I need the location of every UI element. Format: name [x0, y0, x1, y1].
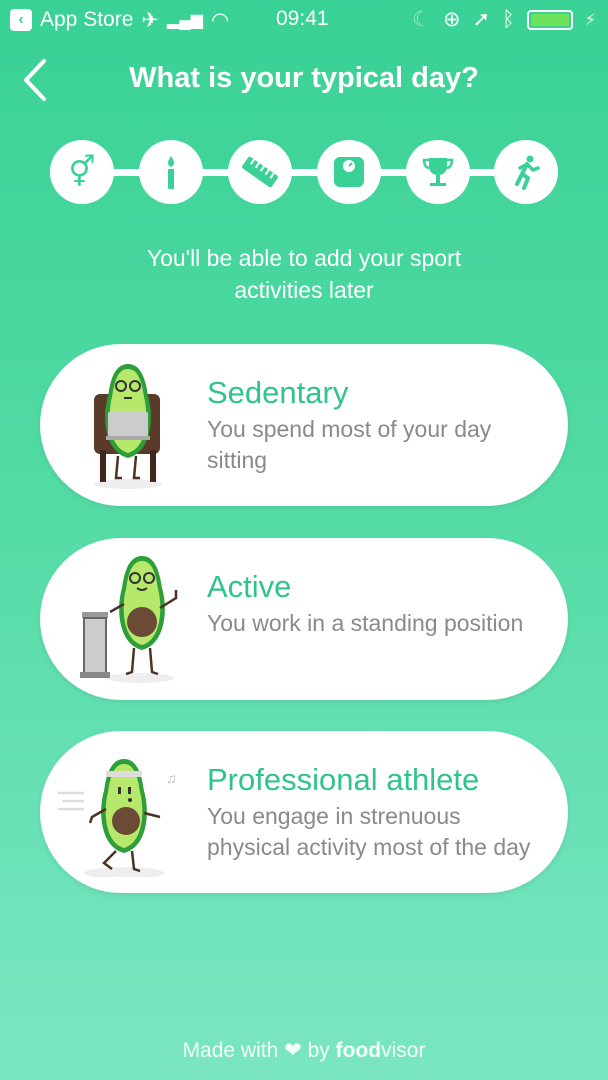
step-weight[interactable]	[317, 140, 381, 204]
step-height[interactable]	[228, 140, 292, 204]
scale-icon	[334, 157, 364, 187]
back-to-app-store[interactable]: ‹ App Store ✈ ▂▄▆ ◠	[10, 8, 229, 33]
progress-steps: ⚥	[50, 140, 558, 204]
subtitle: You'll be able to add your sport activit…	[0, 242, 608, 306]
charging-icon: ⚡	[584, 11, 596, 29]
rotation-lock-icon: ⊕	[442, 8, 461, 31]
brand-name-light: visor	[381, 1039, 426, 1062]
status-bar: ‹ App Store ✈ ▂▄▆ ◠ 09:41 ☾ ⊕ ➚ ᛒ ⚡	[0, 0, 608, 40]
option-professional-athlete[interactable]: ♫ Professional athlete You engage in str…	[40, 731, 568, 893]
avocado-standing-illustration	[80, 554, 180, 684]
avocado-sitting-illustration	[80, 360, 180, 490]
signal-icon: ▂▄▆	[167, 12, 203, 29]
battery-icon	[526, 9, 573, 30]
running-icon	[515, 155, 540, 190]
trophy-icon	[422, 158, 454, 186]
page-title: What is your typical day?	[129, 62, 479, 94]
gender-icon: ⚥	[68, 155, 96, 189]
location-icon: ➚	[472, 8, 491, 31]
ruler-icon	[242, 156, 278, 188]
footer-by: by	[307, 1039, 330, 1062]
option-description: You spend most of your day sitting	[207, 416, 492, 473]
step-goal[interactable]	[406, 140, 470, 204]
footer-credit: Made with ❤ by foodvisor	[0, 1038, 608, 1063]
subtitle-text: You'll be able to add your sport activit…	[146, 245, 462, 303]
airplane-icon: ✈	[141, 8, 160, 32]
avocado-running-illustration: ♫	[54, 747, 194, 879]
back-app-label: App Store	[40, 8, 134, 31]
wifi-icon: ◠	[210, 8, 230, 32]
clock: 09:41	[276, 7, 329, 30]
brand-name-bold: food	[335, 1039, 382, 1062]
heart-icon: ❤	[284, 1039, 302, 1062]
nav-bar: What is your typical day?	[0, 50, 608, 110]
candle-icon	[168, 156, 174, 189]
svg-text:♫: ♫	[166, 770, 177, 786]
option-title: Active	[207, 569, 292, 604]
option-title: Sedentary	[207, 375, 349, 410]
moon-icon: ☾	[412, 8, 431, 31]
back-arrow-icon: ‹	[10, 9, 32, 31]
bluetooth-icon: ᛒ	[502, 7, 515, 31]
footer-made-with: Made with	[182, 1039, 279, 1062]
step-activity[interactable]	[494, 140, 558, 204]
option-title: Professional athlete	[207, 762, 480, 797]
option-sedentary[interactable]: Sedentary You spend most of your day sit…	[40, 344, 568, 506]
option-description: You work in a standing position	[207, 610, 524, 636]
option-active[interactable]: Active You work in a standing position	[40, 538, 568, 700]
step-age[interactable]	[139, 140, 203, 204]
option-description: You engage in strenuous physical activit…	[207, 803, 531, 860]
step-gender[interactable]: ⚥	[50, 140, 114, 204]
